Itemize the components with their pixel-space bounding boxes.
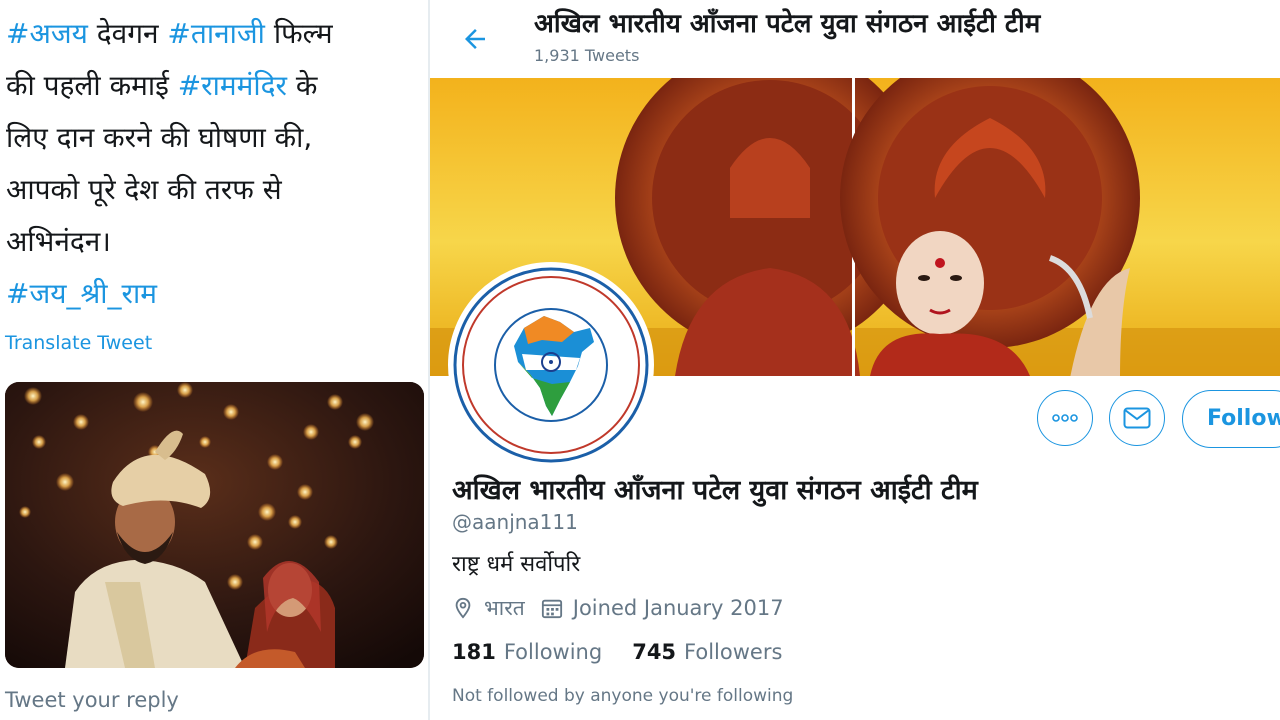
followers-link[interactable]: 745 Followers	[632, 640, 782, 664]
tweet-text-segment: फिल्म	[264, 17, 333, 50]
more-dots-icon	[1052, 414, 1078, 422]
tweet-text-line: आपको पूरे देश की तरफ से	[6, 164, 421, 216]
followers-label: Followers	[684, 640, 783, 664]
movie-still-image	[5, 382, 424, 668]
tweet-text-segment: आपको पूरे देश की तरफ से	[6, 173, 282, 206]
organization-logo-image	[453, 267, 649, 463]
profile-stats: 181 Following 745 Followers	[452, 640, 812, 664]
tweet-text: #अजय देवगन #तानाजी फिल्म की पहली कमाई #रा…	[6, 8, 421, 320]
follow-button[interactable]: Follow	[1182, 390, 1280, 448]
tweet-text-segment: देवगन	[87, 17, 168, 50]
profile-bio: राष्ट्र धर्म सर्वोपरि	[452, 552, 581, 577]
message-button[interactable]	[1109, 390, 1165, 446]
tweet-text-segment: की पहली कमाई	[6, 69, 178, 102]
profile-avatar[interactable]	[448, 262, 654, 468]
tweet-text-line: अभिनंदन।	[6, 216, 421, 268]
profile-name: अखिल भारतीय आँजना पटेल युवा संगठन आईटी ट…	[452, 475, 978, 506]
tweet-text-line: लिए दान करने की घोषणा की,	[6, 112, 421, 164]
tweet-text-line: #जय_श्री_राम	[6, 268, 421, 320]
tweet-text-line: #अजय देवगन #तानाजी फिल्म	[6, 8, 421, 60]
tweet-media-image[interactable]	[5, 382, 424, 668]
followers-count: 745	[632, 640, 677, 664]
profile-joined-date: Joined January 2017	[572, 596, 784, 620]
hashtag-link[interactable]: #अजय	[6, 17, 88, 50]
back-arrow-icon[interactable]	[460, 24, 490, 54]
header-profile-name: अखिल भारतीय आँजना पटेल युवा संगठन आईटी ट…	[534, 9, 1041, 39]
reply-input[interactable]: Tweet your reply	[5, 688, 179, 712]
more-options-button[interactable]	[1037, 390, 1093, 446]
calendar-icon	[541, 599, 562, 619]
tweet-text-segment: लिए दान करने की घोषणा की,	[6, 121, 313, 154]
profile-handle: @aanjna111	[452, 510, 578, 534]
hashtag-link[interactable]: #जय_श्री_राम	[6, 277, 157, 310]
not-followed-notice: Not followed by anyone you're following	[452, 686, 794, 706]
following-link[interactable]: 181 Following	[452, 640, 602, 664]
profile-panel: अखिल भारतीय आँजना पटेल युवा संगठन आईटी ट…	[430, 0, 1280, 720]
profile-location: भारत	[484, 596, 525, 620]
following-label: Following	[503, 640, 603, 664]
translate-tweet-link[interactable]: Translate Tweet	[5, 332, 152, 354]
tweet-count: 1,931 Tweets	[534, 46, 640, 65]
location-pin-icon	[455, 597, 471, 619]
tweet-text-segment: अभिनंदन।	[6, 225, 111, 258]
profile-meta: भारत Joined January 2017	[452, 594, 784, 622]
hashtag-link[interactable]: #राममंदिर	[178, 69, 287, 102]
envelope-icon	[1123, 407, 1151, 429]
hashtag-link[interactable]: #तानाजी	[167, 17, 265, 50]
tweet-text-line: की पहली कमाई #राममंदिर के	[6, 60, 421, 112]
following-count: 181	[452, 640, 496, 664]
tweet-text-segment: के	[286, 69, 318, 102]
tweet-panel: #अजय देवगन #तानाजी फिल्म की पहली कमाई #रा…	[0, 0, 428, 720]
